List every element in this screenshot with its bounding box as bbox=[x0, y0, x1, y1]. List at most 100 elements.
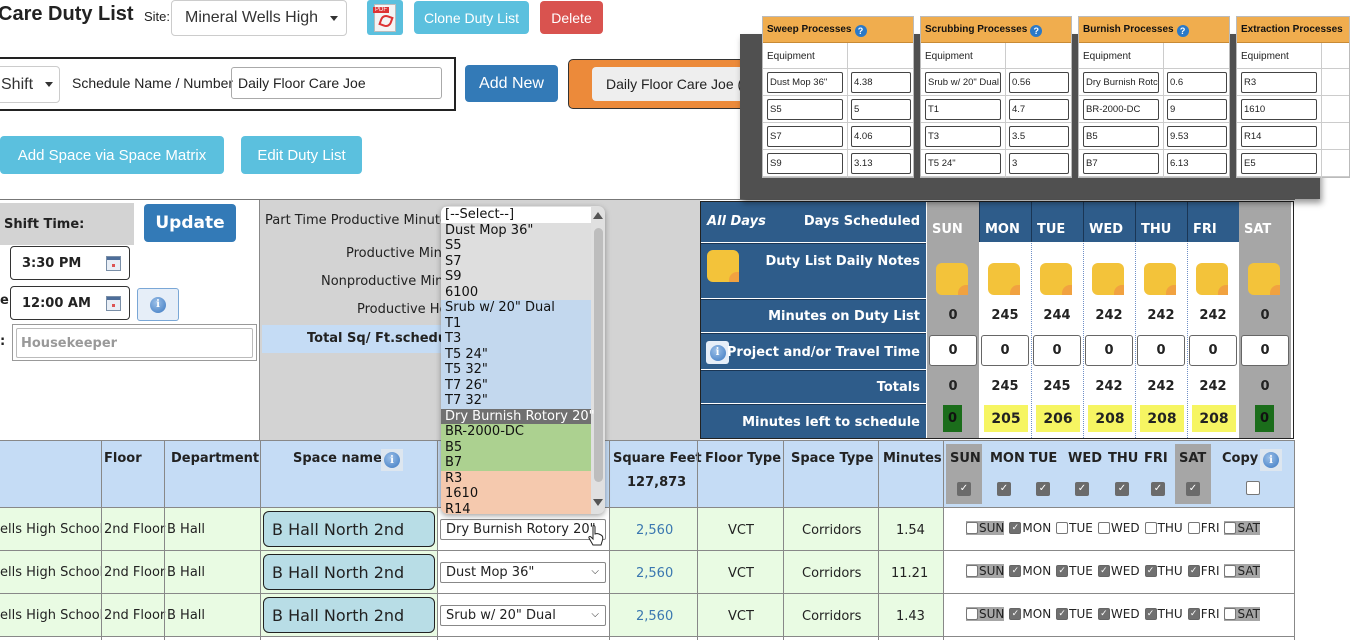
equipment-name-input[interactable]: Dust Mop 36" bbox=[767, 72, 843, 93]
help-icon[interactable]: ? bbox=[854, 25, 867, 37]
travel-time-input[interactable]: 0 bbox=[1137, 335, 1185, 366]
equipment-select[interactable]: Dry Burnish Rotory 20" bbox=[440, 519, 606, 540]
equipment-name-input[interactable]: 1610 bbox=[1241, 99, 1317, 120]
dropdown-option[interactable]: T7 26" bbox=[441, 377, 591, 393]
equipment-rate-input[interactable]: 4.06 bbox=[851, 126, 911, 147]
checkbox[interactable]: ✓ bbox=[1009, 522, 1022, 534]
add-space-via-matrix-button[interactable]: Add Space via Space Matrix bbox=[0, 136, 224, 174]
sticky-note-icon[interactable] bbox=[1040, 263, 1072, 295]
dropdown-option[interactable]: 1610 bbox=[441, 486, 591, 502]
checkbox[interactable]: ✓ bbox=[1187, 608, 1200, 620]
scroll-up-arrow-icon[interactable] bbox=[593, 212, 603, 219]
dropdown-option[interactable]: Dust Mop 36" bbox=[441, 222, 591, 238]
sticky-note-icon[interactable] bbox=[1092, 263, 1124, 295]
travel-time-input[interactable]: 0 bbox=[1033, 335, 1081, 366]
square-feet-link[interactable]: 2,560 bbox=[636, 523, 673, 538]
day-checkbox-wed[interactable]: ✓ WED bbox=[1097, 607, 1140, 621]
day-checkbox-tue[interactable]: ✓ TUE bbox=[1056, 564, 1093, 578]
dropdown-option[interactable]: S9 bbox=[441, 269, 591, 285]
travel-time-input[interactable]: 0 bbox=[1085, 335, 1133, 366]
day-checkbox-fri[interactable]: ✓ FRI bbox=[1187, 607, 1219, 621]
equipment-rate-input[interactable]: 0.6 bbox=[1167, 72, 1227, 93]
dropdown-option[interactable]: B5 bbox=[441, 439, 591, 455]
role-input[interactable]: Housekeeper bbox=[16, 328, 253, 358]
space-name-info-button[interactable]: i bbox=[381, 449, 403, 471]
checkbox[interactable] bbox=[1097, 522, 1110, 534]
copy-checkbox[interactable] bbox=[1246, 481, 1260, 495]
travel-time-input[interactable]: 0 bbox=[1241, 335, 1289, 366]
day-select-all-checkbox[interactable]: ✓ bbox=[1075, 482, 1089, 496]
end-time-input[interactable]: 12:00 AM bbox=[10, 286, 130, 320]
equipment-rate-input[interactable]: 3.13 bbox=[851, 153, 911, 174]
day-header-thu[interactable]: THU bbox=[1135, 202, 1187, 242]
dropdown-option[interactable]: [--Select--] bbox=[441, 207, 591, 223]
equipment-name-input[interactable]: T3 bbox=[925, 126, 1001, 147]
checkbox[interactable]: ✓ bbox=[1144, 608, 1157, 620]
day-checkbox-mon[interactable]: ✓ MON bbox=[1009, 521, 1051, 535]
dropdown-option[interactable]: T5 24" bbox=[441, 346, 591, 362]
day-select-all-checkbox[interactable]: ✓ bbox=[1115, 482, 1129, 496]
day-checkbox-mon[interactable]: ✓ MON bbox=[1009, 564, 1051, 578]
travel-time-input[interactable]: 0 bbox=[981, 335, 1029, 366]
equipment-name-input[interactable]: Srub w/ 20" Dual bbox=[925, 72, 1001, 93]
travel-time-input[interactable]: 0 bbox=[1189, 335, 1237, 366]
start-time-input[interactable]: 3:30 PM bbox=[10, 246, 130, 280]
day-checkbox-sat[interactable]: SAT bbox=[1224, 564, 1260, 578]
equipment-name-input[interactable]: B5 bbox=[1083, 126, 1159, 147]
dropdown-option[interactable]: B7 bbox=[441, 455, 591, 471]
equipment-name-input[interactable]: S9 bbox=[767, 153, 843, 174]
equipment-select[interactable]: Srub w/ 20" Dual ⌵ bbox=[440, 605, 606, 626]
checkbox[interactable] bbox=[1224, 565, 1237, 577]
equipment-name-input[interactable]: R3 bbox=[1241, 72, 1317, 93]
day-select-all-checkbox[interactable]: ✓ bbox=[997, 482, 1011, 496]
equipment-rate-input[interactable]: 0.56 bbox=[1009, 72, 1069, 93]
checkbox[interactable]: ✓ bbox=[1009, 565, 1022, 577]
equipment-select[interactable]: Dust Mop 36" ⌵ bbox=[440, 562, 606, 583]
all-days-label[interactable]: All Days bbox=[707, 214, 766, 229]
equipment-name-input[interactable]: T1 bbox=[925, 99, 1001, 120]
day-select-all-checkbox[interactable]: ✓ bbox=[1036, 482, 1050, 496]
day-header-sat[interactable]: SAT bbox=[1239, 202, 1291, 242]
dropdown-option[interactable]: Srub w/ 20" Dual bbox=[441, 300, 591, 316]
sticky-note-icon[interactable] bbox=[936, 263, 968, 295]
dropdown-option[interactable]: R3 bbox=[441, 470, 591, 486]
square-feet-header[interactable]: Square Feet bbox=[613, 451, 702, 466]
checkbox[interactable]: ✓ bbox=[1144, 565, 1157, 577]
dropdown-option[interactable]: T1 bbox=[441, 315, 591, 331]
dropdown-option[interactable]: S7 bbox=[441, 253, 591, 269]
scroll-down-arrow-icon[interactable] bbox=[593, 499, 603, 506]
equipment-rate-input[interactable]: 4.7 bbox=[1009, 99, 1069, 120]
equipment-name-input[interactable]: S5 bbox=[767, 99, 843, 120]
travel-time-input[interactable]: 0 bbox=[929, 335, 977, 366]
clone-duty-list-button[interactable]: Clone Duty List bbox=[414, 1, 529, 34]
square-feet-link[interactable]: 2,560 bbox=[636, 609, 673, 624]
delete-button[interactable]: Delete bbox=[540, 1, 603, 34]
minutes-header[interactable]: Minutes bbox=[883, 451, 942, 466]
space-name-button[interactable]: B Hall North 2nd bbox=[263, 511, 435, 547]
day-checkbox-tue[interactable]: TUE bbox=[1056, 521, 1093, 535]
square-feet-link[interactable]: 2,560 bbox=[636, 566, 673, 581]
day-checkbox-mon[interactable]: ✓ MON bbox=[1009, 607, 1051, 621]
checkbox[interactable] bbox=[966, 522, 978, 534]
checkbox[interactable]: ✓ bbox=[1097, 608, 1110, 620]
equipment-rate-input[interactable]: 9.53 bbox=[1167, 126, 1227, 147]
checkbox[interactable]: ✓ bbox=[1056, 565, 1069, 577]
equipment-rate-input[interactable]: 5 bbox=[851, 99, 911, 120]
equipment-name-input[interactable]: E5 bbox=[1241, 153, 1317, 174]
equipment-rate-input[interactable]: 4.38 bbox=[851, 72, 911, 93]
checkbox[interactable] bbox=[1056, 522, 1069, 534]
equipment-name-input[interactable]: T5 24" bbox=[925, 153, 1001, 174]
edit-duty-list-button[interactable]: Edit Duty List bbox=[241, 136, 362, 174]
update-button[interactable]: Update bbox=[144, 204, 236, 242]
checkbox[interactable] bbox=[966, 565, 978, 577]
sticky-note-icon[interactable] bbox=[1248, 263, 1280, 295]
pdf-export-button[interactable]: PDF bbox=[367, 0, 403, 35]
dropdown-scrollbar[interactable] bbox=[594, 228, 603, 482]
equipment-rate-input[interactable]: 6.13 bbox=[1167, 153, 1227, 174]
day-checkbox-thu[interactable]: ✓ THU bbox=[1144, 564, 1183, 578]
day-checkbox-sun[interactable]: SUN bbox=[966, 564, 1005, 578]
dropdown-option[interactable]: T5 32" bbox=[441, 362, 591, 378]
day-header-fri[interactable]: FRI bbox=[1187, 202, 1239, 242]
checkbox[interactable]: ✓ bbox=[1097, 565, 1110, 577]
sticky-note-icon[interactable] bbox=[707, 250, 739, 282]
